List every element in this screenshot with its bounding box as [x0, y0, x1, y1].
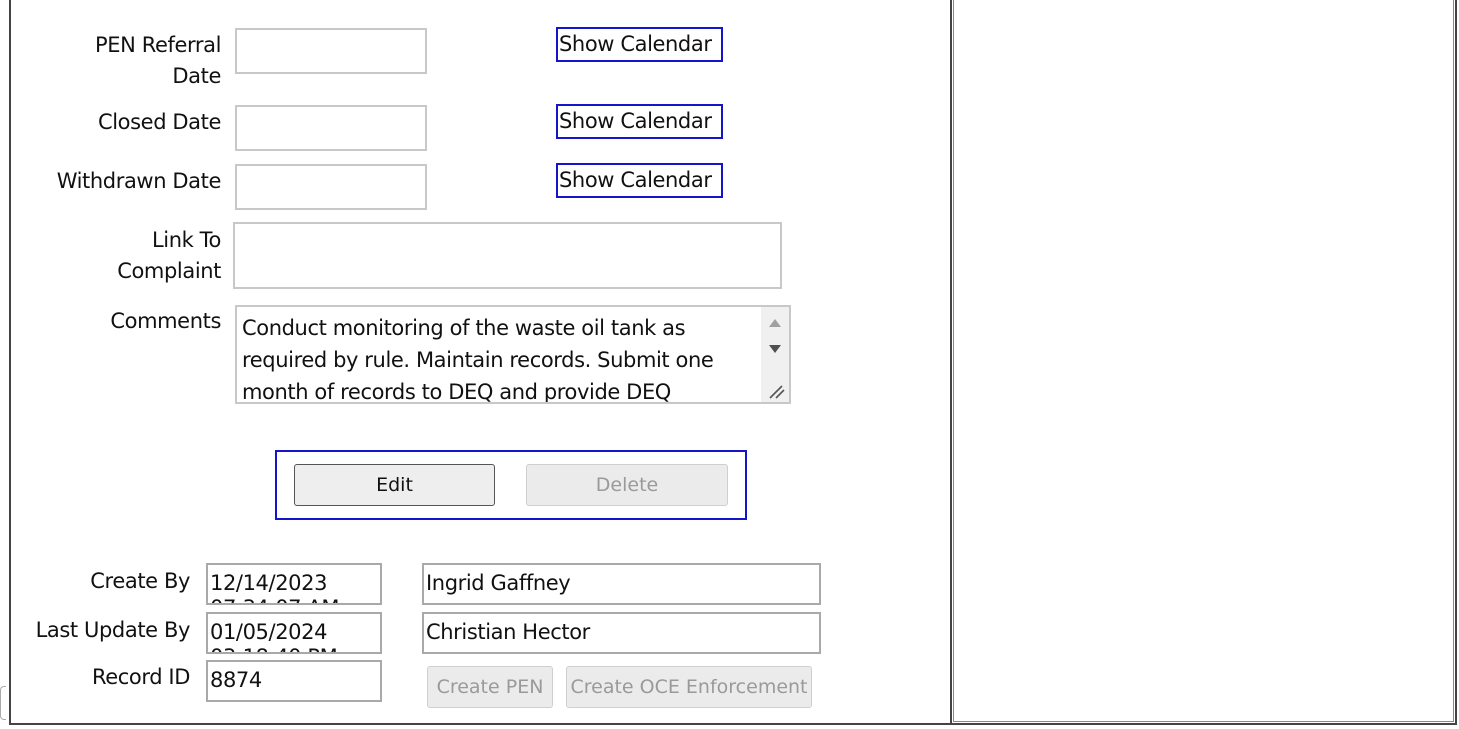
scroll-down-icon[interactable] — [769, 345, 781, 353]
pen-referral-date-input[interactable] — [235, 28, 427, 74]
comments-textarea[interactable]: Conduct monitoring of the waste oil tank… — [235, 305, 791, 404]
create-date-value: 12/14/2023 — [210, 571, 328, 595]
pen-referral-date-label: PEN Referral Date — [40, 30, 221, 92]
update-date-field: 01/05/2024 03:18:40 PM — [206, 612, 382, 654]
create-oce-enforcement-button[interactable]: Create OCE Enforcement — [566, 666, 812, 708]
link-to-complaint-label-line1: Link To — [152, 228, 221, 252]
update-date-value: 01/05/2024 — [210, 620, 328, 644]
create-by-label: Create By — [90, 569, 190, 593]
create-time-value: 07:34:07 AM — [210, 597, 380, 603]
resize-grip-icon[interactable] — [767, 381, 785, 399]
side-panel-inner — [953, 0, 1454, 722]
withdrawn-date-input[interactable] — [235, 164, 427, 210]
last-update-by-label: Last Update By — [35, 618, 191, 642]
link-to-complaint-label: Link To Complaint — [40, 225, 221, 287]
scroll-up-icon[interactable] — [769, 319, 781, 327]
link-to-complaint-input[interactable] — [233, 222, 782, 289]
comments-text: Conduct monitoring of the waste oil tank… — [242, 316, 714, 404]
withdrawn-date-show-calendar-link[interactable]: Show Calendar — [556, 163, 723, 198]
side-panel — [950, 0, 1457, 725]
create-date-field: 12/14/2023 07:34:07 AM — [206, 563, 382, 605]
pen-referral-label-line2: Date — [172, 64, 221, 88]
closed-date-label: Closed Date — [97, 110, 221, 134]
comments-label: Comments — [110, 309, 221, 333]
update-time-value: 03:18:40 PM — [210, 646, 380, 652]
panel-edge-handle — [0, 686, 6, 720]
delete-button[interactable]: Delete — [526, 464, 728, 506]
update-user-field: Christian Hector — [422, 612, 821, 654]
pen-referral-show-calendar-link[interactable]: Show Calendar — [556, 27, 723, 62]
closed-date-input[interactable] — [235, 105, 427, 151]
record-id-label: Record ID — [92, 665, 190, 689]
link-to-complaint-label-line2: Complaint — [117, 259, 221, 283]
create-pen-button[interactable]: Create PEN — [427, 666, 553, 708]
comments-scrollbar[interactable] — [761, 307, 789, 402]
edit-button[interactable]: Edit — [294, 464, 495, 506]
create-user-field: Ingrid Gaffney — [422, 563, 821, 605]
withdrawn-date-label: Withdrawn Date — [56, 169, 222, 193]
closed-date-show-calendar-link[interactable]: Show Calendar — [556, 104, 723, 139]
pen-referral-label-line1: PEN Referral — [95, 33, 221, 57]
record-id-field: 8874 — [206, 660, 382, 702]
